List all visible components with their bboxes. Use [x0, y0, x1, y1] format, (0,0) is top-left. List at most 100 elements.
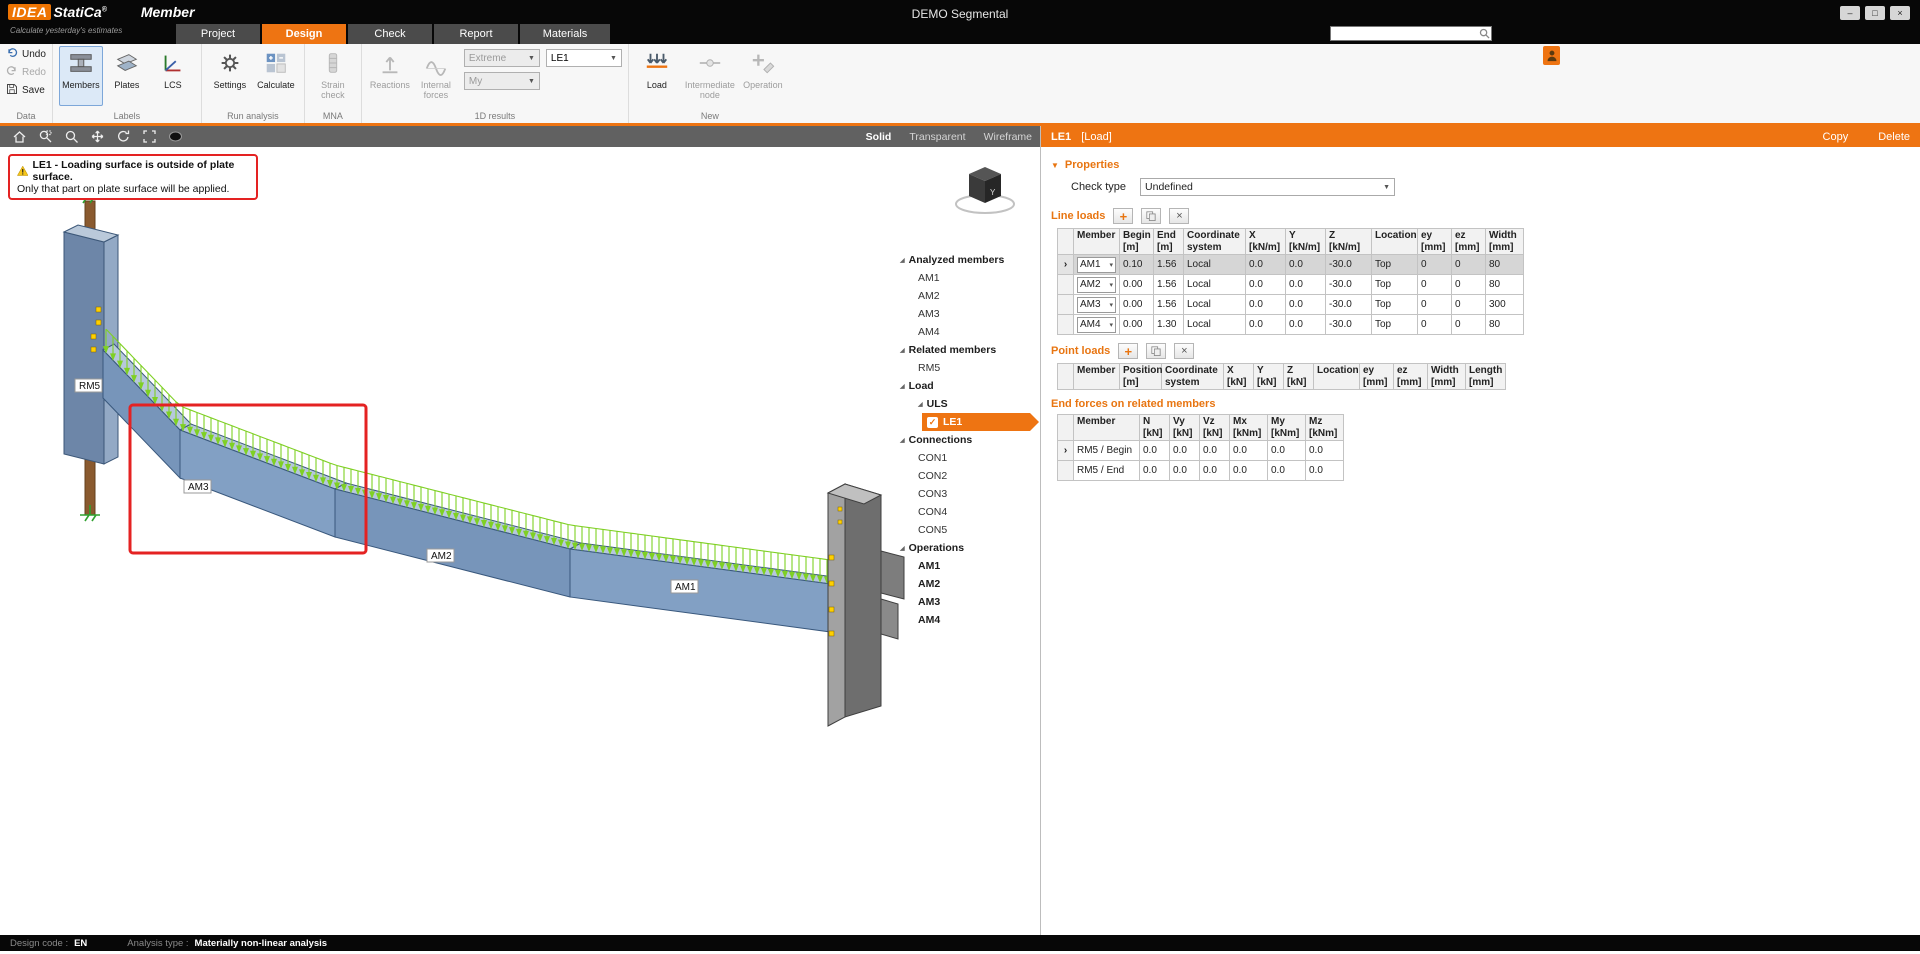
- tree-item-am3[interactable]: AM3: [896, 305, 1030, 323]
- value-cell[interactable]: 0.0: [1286, 255, 1326, 275]
- wall-member[interactable]: [64, 225, 118, 464]
- value-cell[interactable]: 0.0: [1170, 461, 1200, 481]
- navigation-cube[interactable]: Y: [956, 167, 1014, 213]
- value-cell[interactable]: 0: [1418, 295, 1452, 315]
- value-cell[interactable]: 0.0: [1268, 461, 1306, 481]
- internal-forces-button[interactable]: Internal forces: [414, 46, 458, 106]
- table-row[interactable]: AM4▾0.001.30Local0.00.0-30.0Top0080: [1058, 315, 1524, 335]
- row-selector[interactable]: [1058, 275, 1074, 295]
- table-row[interactable]: ›RM5 / Begin0.00.00.00.00.00.0: [1058, 441, 1344, 461]
- license-user-button[interactable]: [1543, 46, 1560, 65]
- value-cell[interactable]: 0.0: [1286, 275, 1326, 295]
- value-cell[interactable]: 0: [1452, 275, 1486, 295]
- member-dropdown[interactable]: AM2▾: [1077, 277, 1116, 293]
- zoom-all-icon[interactable]: [138, 128, 160, 146]
- value-cell[interactable]: -30.0: [1326, 295, 1372, 315]
- tree-item-rm5[interactable]: RM5: [896, 359, 1030, 377]
- value-cell[interactable]: 0: [1452, 295, 1486, 315]
- value-cell[interactable]: Top: [1372, 255, 1418, 275]
- intermediate-node-button[interactable]: Intermediate node: [681, 46, 739, 106]
- value-cell[interactable]: 0.0: [1246, 275, 1286, 295]
- plates-button[interactable]: Plates: [105, 46, 149, 106]
- tree-item-am1[interactable]: AM1: [896, 557, 1030, 575]
- row-selector[interactable]: [1058, 295, 1074, 315]
- tree-expander-icon[interactable]: ◢: [918, 401, 923, 408]
- member-cell[interactable]: AM2▾: [1074, 275, 1120, 295]
- tab-materials[interactable]: Materials: [520, 24, 610, 44]
- value-cell[interactable]: 0.0: [1230, 441, 1268, 461]
- tree-item-load[interactable]: ◢Load: [896, 377, 1030, 395]
- value-cell[interactable]: 0.0: [1306, 441, 1344, 461]
- members-button[interactable]: Members: [59, 46, 103, 106]
- value-cell[interactable]: 0.0: [1230, 461, 1268, 481]
- value-cell[interactable]: 80: [1486, 315, 1524, 335]
- value-cell[interactable]: 0: [1418, 315, 1452, 335]
- value-cell[interactable]: 0.0: [1286, 315, 1326, 335]
- tab-check[interactable]: Check: [348, 24, 432, 44]
- delete-point-load-button[interactable]: ×: [1174, 343, 1194, 359]
- add-point-load-button[interactable]: +: [1118, 343, 1138, 359]
- calculate-button[interactable]: Calculate: [254, 46, 298, 106]
- member-cell[interactable]: RM5 / Begin: [1074, 441, 1140, 461]
- tree-item-am4[interactable]: AM4: [896, 323, 1030, 341]
- new-operation-button[interactable]: Operation: [741, 46, 785, 106]
- tree-item-con4[interactable]: CON4: [896, 503, 1030, 521]
- tree-item-con2[interactable]: CON2: [896, 467, 1030, 485]
- strain-check-button[interactable]: Strain check: [311, 46, 355, 106]
- tree-item-am2[interactable]: AM2: [896, 575, 1030, 593]
- value-cell[interactable]: 0.0: [1306, 461, 1344, 481]
- copy-line-load-button[interactable]: [1141, 208, 1161, 224]
- new-load-button[interactable]: Load: [635, 46, 679, 106]
- table-row[interactable]: ›AM1▾0.101.56Local0.00.0-30.0Top0080: [1058, 255, 1524, 275]
- lcs-button[interactable]: LCS: [151, 46, 195, 106]
- value-cell[interactable]: 0.0: [1170, 441, 1200, 461]
- value-cell[interactable]: 0.10: [1120, 255, 1154, 275]
- value-cell[interactable]: -30.0: [1326, 275, 1372, 295]
- loadcase-dropdown[interactable]: LE1▼: [546, 49, 622, 67]
- pan-icon[interactable]: [86, 128, 108, 146]
- row-selector[interactable]: [1058, 315, 1074, 335]
- value-cell[interactable]: 0.0: [1268, 441, 1306, 461]
- value-cell[interactable]: 0.0: [1200, 441, 1230, 461]
- value-cell[interactable]: Top: [1372, 315, 1418, 335]
- value-cell[interactable]: Local: [1184, 275, 1246, 295]
- view-mode-solid[interactable]: Solid: [866, 131, 892, 143]
- value-cell[interactable]: 80: [1486, 275, 1524, 295]
- tab-report[interactable]: Report: [434, 24, 518, 44]
- value-cell[interactable]: 0.00: [1120, 295, 1154, 315]
- tree-expander-icon[interactable]: ◢: [900, 257, 905, 264]
- copy-point-load-button[interactable]: [1146, 343, 1166, 359]
- tree-expander-icon[interactable]: ◢: [900, 545, 905, 552]
- value-cell[interactable]: Local: [1184, 295, 1246, 315]
- value-cell[interactable]: 0: [1418, 255, 1452, 275]
- value-cell[interactable]: -30.0: [1326, 255, 1372, 275]
- tree-item-am4[interactable]: AM4: [896, 611, 1030, 629]
- home-icon[interactable]: [8, 128, 30, 146]
- search-input[interactable]: [1331, 27, 1477, 40]
- delete-line-load-button[interactable]: ×: [1169, 208, 1189, 224]
- copy-button[interactable]: Copy: [1823, 131, 1849, 143]
- tree-item-con3[interactable]: CON3: [896, 485, 1030, 503]
- table-row[interactable]: AM3▾0.001.56Local0.00.0-30.0Top00300: [1058, 295, 1524, 315]
- value-cell[interactable]: 1.30: [1154, 315, 1184, 335]
- member-dropdown[interactable]: AM3▾: [1077, 297, 1116, 313]
- value-cell[interactable]: 0.0: [1286, 295, 1326, 315]
- value-cell[interactable]: 300: [1486, 295, 1524, 315]
- rotate-icon[interactable]: [112, 128, 134, 146]
- zoom-window-icon[interactable]: [34, 128, 56, 146]
- value-cell[interactable]: -30.0: [1326, 315, 1372, 335]
- check-type-dropdown[interactable]: Undefined ▼: [1140, 178, 1395, 196]
- tree-item-con5[interactable]: CON5: [896, 521, 1030, 539]
- undo-button[interactable]: Undo: [6, 46, 46, 62]
- tree-item-related-members[interactable]: ◢Related members: [896, 341, 1030, 359]
- redo-button[interactable]: Redo: [6, 64, 46, 80]
- tree-item-analyzed-members[interactable]: ◢Analyzed members: [896, 251, 1030, 269]
- member-cell[interactable]: AM3▾: [1074, 295, 1120, 315]
- value-cell[interactable]: 1.56: [1154, 275, 1184, 295]
- row-selector[interactable]: [1058, 461, 1074, 481]
- value-cell[interactable]: 0.00: [1120, 275, 1154, 295]
- tree-expander-icon[interactable]: ◢: [900, 437, 905, 444]
- view-mode-transparent[interactable]: Transparent: [909, 131, 965, 143]
- value-cell[interactable]: Top: [1372, 295, 1418, 315]
- extreme-dropdown[interactable]: Extreme▼: [464, 49, 540, 67]
